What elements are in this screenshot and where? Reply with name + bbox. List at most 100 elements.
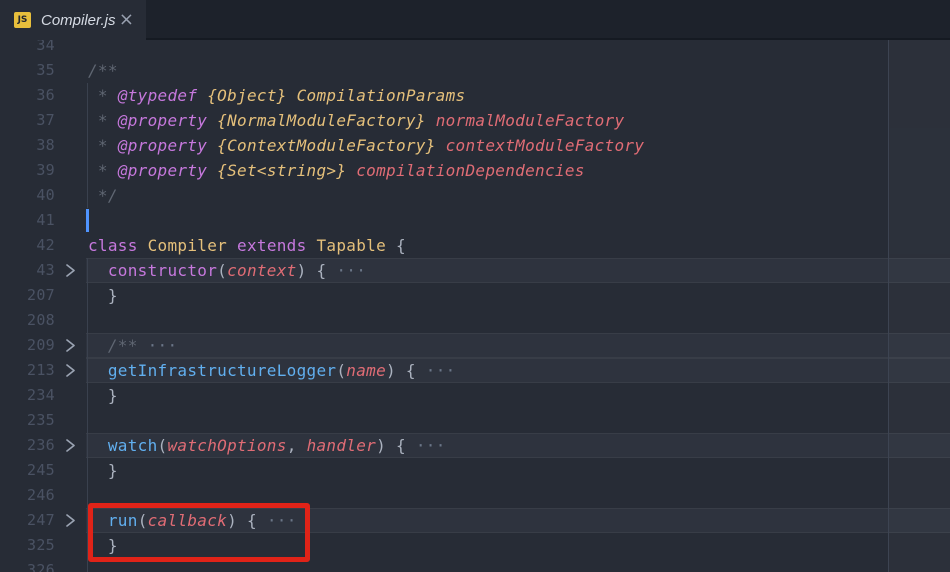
tab-compiler-js[interactable]: JS Compiler.js × xyxy=(0,0,146,40)
code-line: 235 xyxy=(0,408,950,433)
line-number: 35 xyxy=(36,61,55,79)
gutter: 247 xyxy=(0,508,86,533)
line-number: 213 xyxy=(27,361,55,379)
gutter: 207 xyxy=(0,283,86,308)
gutter: 41 xyxy=(0,208,86,233)
fold-chevron-icon[interactable] xyxy=(55,258,86,283)
code-line-content[interactable] xyxy=(86,483,950,508)
gutter-spacer xyxy=(55,533,86,558)
gutter: 42 xyxy=(0,233,86,258)
gutter-spacer xyxy=(55,408,86,433)
code-line-content[interactable]: constructor(context) { ··· xyxy=(86,258,950,283)
gutter: 43 xyxy=(0,258,86,283)
line-number: 42 xyxy=(36,236,55,254)
gutter: 40 xyxy=(0,183,86,208)
code-line-content[interactable]: * @property {ContextModuleFactory} conte… xyxy=(86,133,950,158)
code-line: 40 */ xyxy=(0,183,950,208)
gutter-spacer xyxy=(55,133,86,158)
code-line-content[interactable]: /** xyxy=(86,58,950,83)
code-line: 43 constructor(context) { ··· xyxy=(0,258,950,283)
gutter-spacer xyxy=(55,458,86,483)
code-line-content[interactable]: watch(watchOptions, handler) { ··· xyxy=(86,433,950,458)
code-rows: 34 35 /** 36 * @typedef {Object} Compilatio… xyxy=(0,40,950,572)
gutter: 245 xyxy=(0,458,86,483)
gutter: 213 xyxy=(0,358,86,383)
code-line-content[interactable]: run(callback) { ··· xyxy=(86,508,950,533)
gutter-spacer xyxy=(55,283,86,308)
code-line-content[interactable]: * @typedef {Object} CompilationParams xyxy=(86,83,950,108)
close-tab-icon[interactable]: × xyxy=(117,11,136,29)
gutter: 246 xyxy=(0,483,86,508)
code-editor: 34 35 /** 36 * @typedef {Object} Compilatio… xyxy=(0,40,950,572)
code-line-content[interactable] xyxy=(86,308,950,333)
gutter-spacer xyxy=(55,483,86,508)
code-line: 39 * @property {Set<string>} compilation… xyxy=(0,158,950,183)
fold-chevron-icon[interactable] xyxy=(55,433,86,458)
code-line: 209 /** ··· xyxy=(0,333,950,358)
line-number: 37 xyxy=(36,111,55,129)
code-line: 34 xyxy=(0,40,950,58)
code-line-content[interactable]: } xyxy=(86,458,950,483)
code-line-content[interactable]: } xyxy=(86,533,950,558)
gutter-spacer xyxy=(55,383,86,408)
gutter-spacer xyxy=(55,108,86,133)
code-line: 207 } xyxy=(0,283,950,308)
code-line: 325 } xyxy=(0,533,950,558)
line-number: 209 xyxy=(27,336,55,354)
code-line-content[interactable]: } xyxy=(86,383,950,408)
gutter: 34 xyxy=(0,40,86,58)
code-line-content[interactable]: * @property {Set<string>} compilationDep… xyxy=(86,158,950,183)
code-line: 234 } xyxy=(0,383,950,408)
tab-title: Compiler.js xyxy=(41,11,116,29)
gutter-spacer xyxy=(55,83,86,108)
code-line-content[interactable]: /** ··· xyxy=(86,333,950,358)
code-line-content[interactable]: class Compiler extends Tapable { xyxy=(86,233,950,258)
code-line: 35 /** xyxy=(0,58,950,83)
gutter: 235 xyxy=(0,408,86,433)
line-number: 43 xyxy=(36,261,55,279)
line-number: 40 xyxy=(36,186,55,204)
gutter: 35 xyxy=(0,58,86,83)
gutter-spacer xyxy=(55,40,86,58)
code-line-content[interactable]: } xyxy=(86,283,950,308)
gutter-spacer xyxy=(55,58,86,83)
code-line: 38 * @property {ContextModuleFactory} co… xyxy=(0,133,950,158)
line-number: 325 xyxy=(27,536,55,554)
gutter: 236 xyxy=(0,433,86,458)
code-line: 41 xyxy=(0,208,950,233)
code-line-content[interactable] xyxy=(86,408,950,433)
code-line: 42 class Compiler extends Tapable { xyxy=(0,233,950,258)
code-line-content[interactable]: * @property {NormalModuleFactory} normal… xyxy=(86,108,950,133)
fold-chevron-icon[interactable] xyxy=(55,333,86,358)
code-line: 245 } xyxy=(0,458,950,483)
line-number: 208 xyxy=(27,311,55,329)
line-number: 41 xyxy=(36,211,55,229)
code-line: 326 xyxy=(0,558,950,572)
line-number: 39 xyxy=(36,161,55,179)
gutter: 326 xyxy=(0,558,86,572)
code-line-content[interactable]: getInfrastructureLogger(name) { ··· xyxy=(86,358,950,383)
code-line-content[interactable] xyxy=(86,40,950,58)
line-number: 34 xyxy=(36,40,55,54)
code-line-content[interactable]: */ xyxy=(86,183,950,208)
gutter-spacer xyxy=(55,158,86,183)
code-line: 236 watch(watchOptions, handler) { ··· xyxy=(0,433,950,458)
gutter: 36 xyxy=(0,83,86,108)
line-number: 207 xyxy=(27,286,55,304)
fold-chevron-icon[interactable] xyxy=(55,358,86,383)
code-line-content[interactable] xyxy=(86,208,950,233)
line-number: 246 xyxy=(27,486,55,504)
line-number: 245 xyxy=(27,461,55,479)
gutter: 39 xyxy=(0,158,86,183)
gutter-spacer xyxy=(55,208,86,233)
line-number: 236 xyxy=(27,436,55,454)
gutter: 208 xyxy=(0,308,86,333)
javascript-file-icon: JS xyxy=(14,12,31,28)
code-line: 37 * @property {NormalModuleFactory} nor… xyxy=(0,108,950,133)
code-line: 213 getInfrastructureLogger(name) { ··· xyxy=(0,358,950,383)
fold-chevron-icon[interactable] xyxy=(55,508,86,533)
line-number: 234 xyxy=(27,386,55,404)
gutter: 209 xyxy=(0,333,86,358)
line-number: 247 xyxy=(27,511,55,529)
code-line-content[interactable] xyxy=(86,558,950,572)
